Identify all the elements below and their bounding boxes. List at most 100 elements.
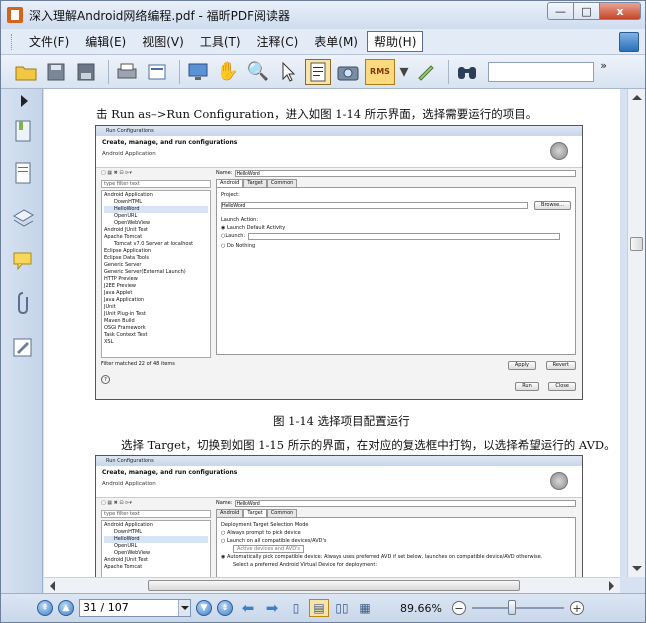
save-as-icon[interactable] xyxy=(73,59,99,85)
print-icon[interactable] xyxy=(114,59,140,85)
zoom-in-icon[interactable]: + xyxy=(570,601,584,615)
tree-item: JUnit Plug-in Test xyxy=(104,311,146,317)
tree-item: HelloWord xyxy=(104,206,208,213)
filter-status: Filter matched 22 of 48 items xyxy=(101,361,175,367)
save-icon[interactable] xyxy=(43,59,69,85)
menu-file[interactable]: 文件(F) xyxy=(22,31,76,52)
maximize-button[interactable]: □ xyxy=(573,2,599,20)
config-tree-panel: ▢ ▦ ✖ ⊟ ⊳▾ type filter text Android Appl… xyxy=(101,170,211,384)
config-form: Name: Android Target Common Project: Bro… xyxy=(216,170,576,391)
facing-view-icon[interactable]: ▯▯ xyxy=(332,599,352,617)
select-arrow-icon[interactable] xyxy=(275,59,301,85)
expand-panel-icon[interactable] xyxy=(21,95,28,107)
option-label: Launch on all compatible devices/AVD's xyxy=(226,538,327,544)
tree-toolbar-icons: ▢ ▦ ✖ ⊟ ⊳▾ xyxy=(101,500,132,506)
attachments-icon[interactable] xyxy=(11,291,35,315)
rms-dropdown-icon[interactable]: ▾ xyxy=(399,59,409,85)
next-page-icon[interactable]: ▼ xyxy=(196,600,212,616)
menu-view[interactable]: 视图(V) xyxy=(135,31,191,52)
vertical-scroll-thumb[interactable] xyxy=(630,237,643,251)
vertical-scrollbar[interactable] xyxy=(627,89,645,577)
zoom-tool-icon[interactable]: 🔍 xyxy=(245,59,271,85)
layers-icon[interactable] xyxy=(11,205,35,229)
tree-item: Android Application xyxy=(104,192,153,198)
minimize-button[interactable]: — xyxy=(547,2,573,20)
menu-form[interactable]: 表单(M) xyxy=(307,31,365,52)
zoom-out-icon[interactable]: − xyxy=(452,601,466,615)
comments-icon[interactable] xyxy=(11,249,35,273)
single-page-view-icon[interactable]: ▯ xyxy=(286,599,306,617)
binoculars-icon[interactable] xyxy=(454,59,480,85)
project-label: Project: xyxy=(221,192,240,198)
mode-title: Deployment Target Selection Mode xyxy=(221,522,309,528)
devices-dropdown: Active devices and AVD's xyxy=(221,545,571,553)
tree-item: JUnit xyxy=(104,304,116,310)
toolbar-separator xyxy=(179,59,180,84)
properties-icon[interactable] xyxy=(144,59,170,85)
snapshot-icon[interactable] xyxy=(335,59,361,85)
tree-item: DownHTML xyxy=(114,529,143,535)
tree-item: Eclipse Data Tools xyxy=(104,255,149,261)
go-forward-icon[interactable]: ➡ xyxy=(262,599,282,617)
sign-icon[interactable] xyxy=(413,59,439,85)
continuous-view-icon[interactable]: ▤ xyxy=(309,599,329,617)
toolbar-overflow-icon[interactable]: » xyxy=(600,59,607,72)
apply-row: Apply Revert xyxy=(216,361,576,370)
zoom-slider-knob[interactable] xyxy=(508,600,516,615)
name-field xyxy=(235,170,576,177)
pages-icon[interactable] xyxy=(11,161,35,185)
config-tabs: Android Target Common xyxy=(216,509,576,517)
first-page-icon[interactable]: ⇞ xyxy=(37,600,53,616)
tree-item: XSL xyxy=(104,339,114,345)
menu-comment[interactable]: 注释(C) xyxy=(250,31,306,52)
page-dropdown-icon[interactable] xyxy=(178,600,190,616)
horizontal-scrollbar[interactable] xyxy=(44,577,620,593)
signatures-icon[interactable] xyxy=(11,335,35,359)
name-label: Name: xyxy=(216,170,233,176)
close-dialog-button: Close xyxy=(548,382,576,391)
android-tab-panel: Project: Browse... Launch Action: ◉ Laun… xyxy=(216,187,576,355)
previous-page-icon[interactable]: ▲ xyxy=(58,600,74,616)
last-page-icon[interactable]: ⇟ xyxy=(217,600,233,616)
menu-tools[interactable]: 工具(T) xyxy=(193,31,248,52)
fullscreen-icon[interactable] xyxy=(619,32,639,52)
zoom-slider[interactable] xyxy=(472,600,564,615)
browse-button: Browse... xyxy=(534,201,571,210)
tree-item: Tomcat v7.0 Server at localhost xyxy=(114,241,194,247)
scroll-down-icon[interactable] xyxy=(632,566,642,571)
close-button[interactable]: x xyxy=(599,2,641,20)
tab-target: Target xyxy=(243,179,267,187)
scroll-up-icon[interactable] xyxy=(632,95,642,100)
page-number-field[interactable]: 31 / 107 xyxy=(79,599,191,617)
document-view[interactable]: 击 Run as–>Run Configuration，进入如图 1-14 所示… xyxy=(44,89,620,577)
run-play-icon xyxy=(550,472,568,490)
menu-help[interactable]: 帮助(H) xyxy=(366,31,424,52)
page-number-value: 31 / 107 xyxy=(83,601,129,614)
figure-window-title: Run Configurations xyxy=(96,456,582,466)
scroll-left-icon[interactable] xyxy=(50,581,55,591)
option-label: Do Nothing xyxy=(226,243,256,249)
hand-tool-icon[interactable]: ✋ xyxy=(215,59,241,85)
go-back-icon[interactable]: ⬅ xyxy=(238,599,258,617)
open-folder-icon[interactable] xyxy=(13,59,39,85)
tree-item: Android JUnit Test xyxy=(104,227,149,233)
tree-item: Apache Tomcat xyxy=(104,564,143,570)
scroll-right-icon[interactable] xyxy=(609,581,614,591)
window-controls: — □ x xyxy=(547,2,641,20)
tree-item: Maven Build xyxy=(104,318,135,324)
continuous-facing-view-icon[interactable]: ▦ xyxy=(355,599,375,617)
monitor-icon[interactable] xyxy=(185,59,211,85)
select-text-icon[interactable] xyxy=(305,58,331,85)
rms-button[interactable]: RMS xyxy=(365,58,395,85)
config-tree: Android Application DownHTML HelloWord O… xyxy=(101,190,211,358)
horizontal-scroll-thumb[interactable] xyxy=(148,580,520,591)
figure-1-14-screenshot: Run Configurations Create, manage, and r… xyxy=(95,125,583,400)
window-title: 深入理解Android网络编程.pdf - 福昕PDF阅读器 xyxy=(29,8,291,23)
menu-edit[interactable]: 编辑(E) xyxy=(78,31,133,52)
tree-item: Task Context Test xyxy=(104,332,148,338)
name-row: Name: xyxy=(216,170,576,177)
select-avd-note: Select a preferred Android Virtual Devic… xyxy=(233,562,378,568)
bookmarks-icon[interactable] xyxy=(11,119,35,143)
apply-button: Apply xyxy=(507,361,537,370)
search-input[interactable] xyxy=(488,61,594,82)
